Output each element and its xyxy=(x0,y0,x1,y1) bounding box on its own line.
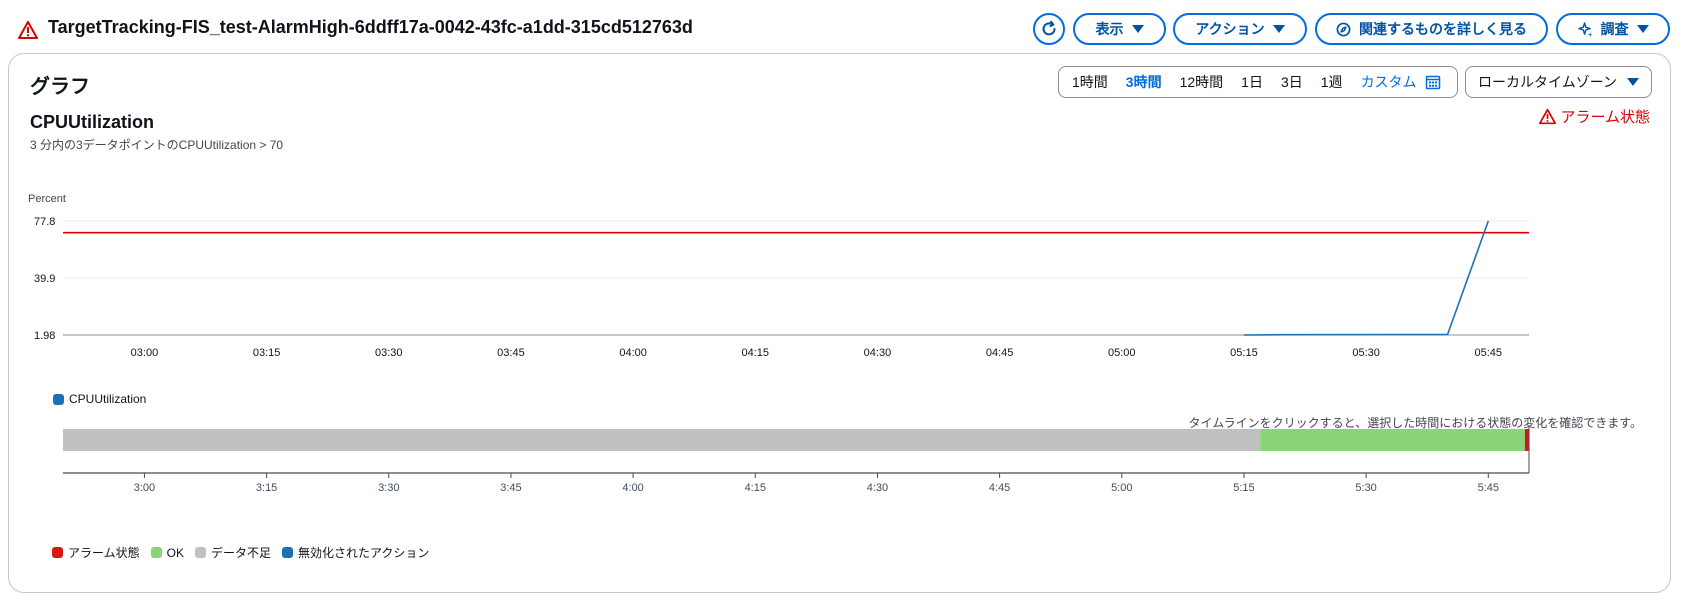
timeline-tick-label: 5:15 xyxy=(1233,482,1254,494)
state-legend-label: 無効化されたアクション xyxy=(298,546,430,560)
timeline-tick-label: 4:45 xyxy=(989,482,1010,494)
legend-swatch xyxy=(150,547,162,558)
legend-swatch xyxy=(52,547,63,558)
caret-down-icon xyxy=(1131,25,1144,33)
timeline-segment xyxy=(63,429,1261,451)
timeline-tick-label: 4:00 xyxy=(622,482,643,494)
state-legend-label: OK xyxy=(166,545,184,560)
actions-button-label: アクション xyxy=(1195,21,1265,37)
legend-swatch xyxy=(53,393,64,405)
timeline-tick-label: 5:00 xyxy=(1111,482,1132,494)
warning-icon xyxy=(18,21,38,39)
timeline-tick-label: 4:15 xyxy=(745,482,766,494)
x-tick-label: 05:30 xyxy=(1352,347,1380,359)
state-legend-label: データ不足 xyxy=(210,546,271,560)
x-tick-label: 03:15 xyxy=(253,347,281,359)
x-tick-label: 03:30 xyxy=(375,347,403,359)
state-legend: アラーム状態 OK データ不足 無効化されたアクション xyxy=(52,544,429,561)
legend-swatch xyxy=(194,547,206,558)
investigate-label: 調査 xyxy=(1600,21,1629,37)
view-button-label: 表示 xyxy=(1095,21,1124,37)
sparkle-icon xyxy=(1577,21,1593,37)
x-tick-label: 03:45 xyxy=(497,347,525,359)
actions-button[interactable]: アクション xyxy=(1173,13,1307,45)
alarm-header: TargetTracking-FIS_test-AlarmHigh-6ddff1… xyxy=(0,0,1687,58)
state-legend-item: データ不足 xyxy=(194,544,271,561)
x-tick-label: 05:00 xyxy=(1108,347,1136,359)
y-tick-label: 1.98 xyxy=(34,330,55,342)
x-tick-label: 03:00 xyxy=(131,347,159,359)
x-tick-label: 04:15 xyxy=(742,347,770,359)
timeline-tick-label: 3:00 xyxy=(134,482,155,494)
x-tick-label: 05:45 xyxy=(1475,347,1503,359)
refresh-icon xyxy=(1042,20,1056,36)
state-legend-item: OK xyxy=(150,544,184,561)
timeline-segment xyxy=(1524,429,1529,451)
timeline-hint: タイムラインをクリックすると、選択した時間における状態の変化を確認できます。 xyxy=(1188,416,1642,430)
graph-panel: グラフ 1時間 3時間 12時間 1日 3日 1週 カスタム ローカルタイムゾー… xyxy=(8,53,1671,593)
legend-swatch xyxy=(282,547,293,558)
metric-legend-label: CPUUtilization xyxy=(69,392,147,406)
x-tick-label: 04:30 xyxy=(864,347,892,359)
timeline-tick-label: 3:45 xyxy=(500,482,521,494)
timeline-tick-label: 3:15 xyxy=(256,482,277,494)
x-tick-label: 04:00 xyxy=(619,347,647,359)
timeline-tick-label: 5:30 xyxy=(1355,482,1376,494)
timeline-tick-label: 3:30 xyxy=(378,482,399,494)
explore-related-label: 関連するものを詳しく見る xyxy=(1359,21,1527,37)
caret-down-icon xyxy=(1272,25,1285,33)
y-tick-label: 39.9 xyxy=(34,273,55,285)
state-legend-item: 無効化されたアクション xyxy=(282,544,429,561)
y-axis-label: Percent xyxy=(28,193,66,205)
timeline-segment xyxy=(1260,429,1525,451)
timeline-tick-label: 4:30 xyxy=(867,482,888,494)
caret-down-icon xyxy=(1636,25,1649,33)
y-tick-label: 77.8 xyxy=(34,216,55,228)
timeline-tick-label: 5:45 xyxy=(1478,482,1499,494)
state-legend-item: アラーム状態 xyxy=(52,544,140,561)
x-tick-label: 04:45 xyxy=(986,347,1014,359)
metric-legend[interactable]: CPUUtilization xyxy=(53,392,146,406)
x-tick-label: 05:15 xyxy=(1230,347,1258,359)
compass-icon xyxy=(1336,22,1351,36)
view-button[interactable]: 表示 xyxy=(1073,13,1166,45)
page-title: TargetTracking-FIS_test-AlarmHigh-6ddff1… xyxy=(48,17,693,37)
state-legend-label: アラーム状態 xyxy=(68,546,140,560)
metric-chart[interactable]: Percent 1.98 39.9 77.8 03:00 03:15 03:30 03:45 0… xyxy=(9,54,1670,592)
investigate-button[interactable]: 調査 xyxy=(1556,13,1670,45)
refresh-button[interactable] xyxy=(1033,13,1065,45)
explore-related-button[interactable]: 関連するものを詳しく見る xyxy=(1315,13,1548,45)
